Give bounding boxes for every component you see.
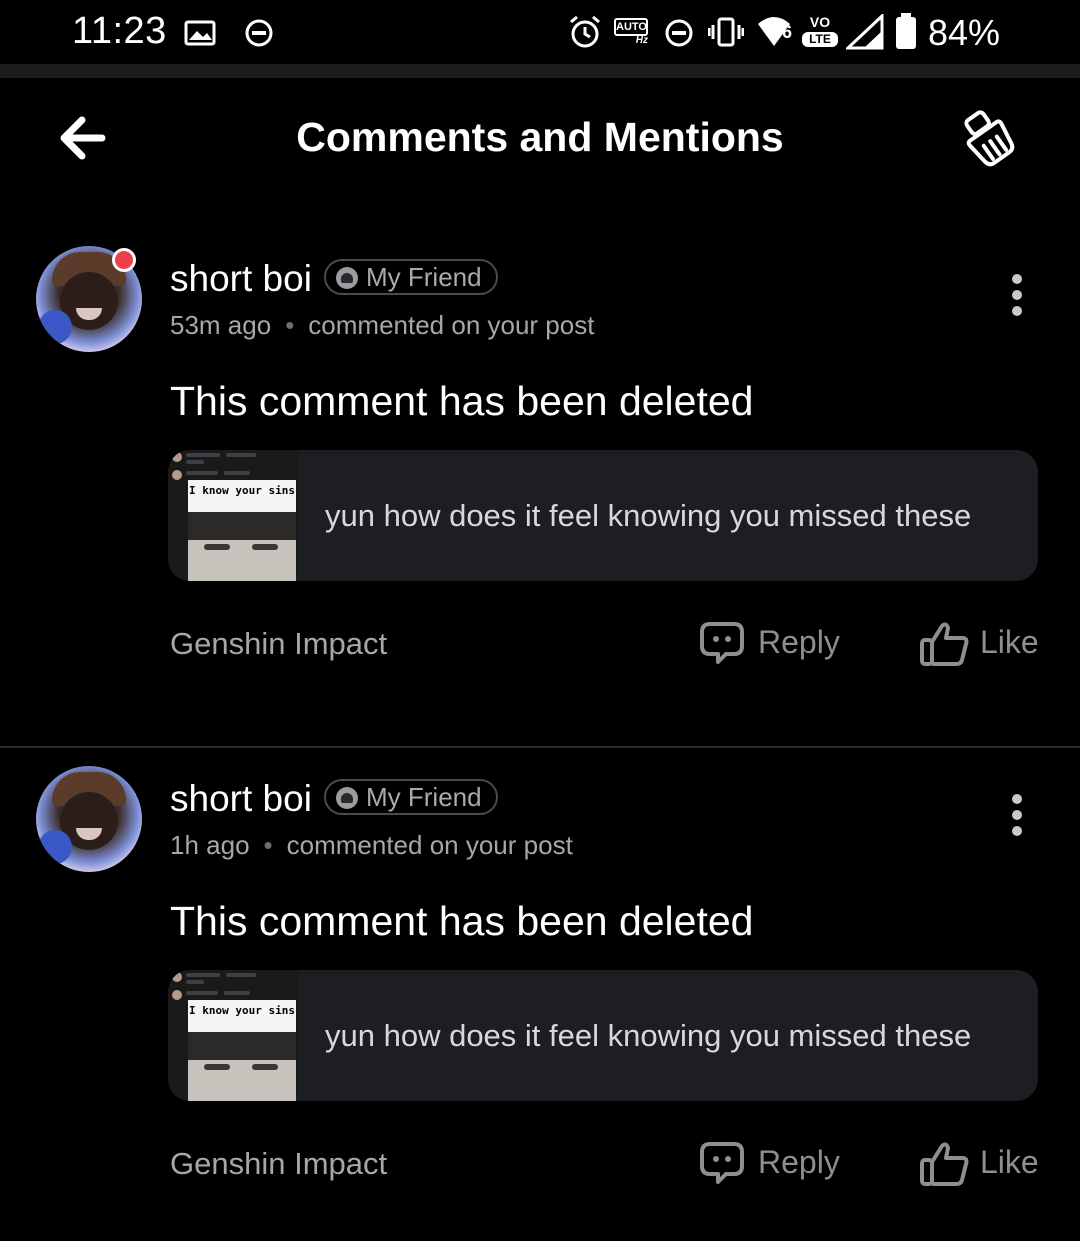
post-preview-text: yun how does it feel knowing you missed … [325,1018,972,1053]
vo-label: VO [809,14,831,30]
thumb-line [186,471,218,475]
status-time: 11:23 [72,10,167,52]
more-dot-icon [1012,274,1022,284]
hz-label: Hz [635,35,648,46]
clear-all-button[interactable] [960,106,1022,168]
thumb-line [186,980,204,984]
thumb-avatar-icon [172,972,182,982]
more-options-button[interactable] [1000,792,1034,838]
meta-separator: • [285,310,295,340]
badge-label: My Friend [366,782,482,812]
app-header: Comments and Mentions [0,78,1080,198]
reply-label: Reply [758,1144,840,1180]
heart-icon [336,267,358,289]
meme-eye [204,544,230,550]
thumb-line [226,453,256,457]
timestamp: 1h ago [170,830,250,860]
more-dot-icon [1012,826,1022,836]
meme-eye [204,1064,230,1070]
speech-bubble-icon [700,622,744,664]
battery-percent: 84% [928,12,1001,53]
thumb-line [226,973,256,977]
thumbs-up-icon [920,1142,969,1186]
meme-eye [252,1064,278,1070]
thumb-line [186,460,204,464]
community-name[interactable]: Genshin Impact [170,1146,387,1182]
action-text: commented on your post [308,310,595,340]
like-label: Like [980,1144,1039,1180]
more-options-button[interactable] [1000,272,1034,318]
meme-caption: I know your sins [188,480,296,512]
broom-icon [964,110,1015,167]
wifi-6-icon: 6 [756,14,796,50]
thumbs-up-icon [920,622,969,666]
timestamp: 53m ago [170,310,272,340]
signal-icon [846,14,884,50]
thumb-avatar-icon [172,452,182,462]
heart-icon [336,787,358,809]
notification-meta: 1h ago • commented on your post [170,830,573,861]
battery-icon [896,13,916,49]
thumb-line [186,991,218,995]
friend-badge: My Friend [324,779,498,815]
meme-image: I know your sins [188,480,296,581]
more-dot-icon [1012,794,1022,804]
image-icon [184,20,216,46]
post-thumbnail: I know your sins [168,970,298,1101]
more-dot-icon [1012,290,1022,300]
post-preview[interactable]: I know your sins yun how does it feel kn… [168,970,1038,1101]
notification-meta: 53m ago • commented on your post [170,310,594,341]
notification-card[interactable]: short boi My Friend 1h ago • commented on … [0,748,1080,1241]
dnd-icon [245,19,273,47]
notification-card[interactable]: short boi My Friend 53m ago • commented on… [0,228,1080,748]
username[interactable]: short boi [170,258,312,300]
post-thumbnail: I know your sins [168,450,298,581]
avatar-pet [38,830,72,864]
volte-icon: VO LTE [802,14,838,48]
avatar-pet [38,310,72,344]
username[interactable]: short boi [170,778,312,820]
thumb-line [224,991,250,995]
alarm-icon [570,15,600,48]
vibrate-icon [708,17,744,47]
speech-bubble-icon [700,1142,744,1184]
community-name[interactable]: Genshin Impact [170,626,387,662]
meme-caption: I know your sins [188,1000,296,1032]
thumb-avatar-icon [172,470,182,480]
status-divider [0,64,1080,78]
thumb-line [224,471,250,475]
auto-label: AUTO [614,18,648,36]
lte-label: LTE [802,32,838,47]
dnd-icon [665,19,693,47]
wifi-label: 6 [782,22,793,42]
post-preview[interactable]: I know your sins yun how does it feel kn… [168,450,1038,581]
meta-separator: • [263,830,273,860]
post-preview-text: yun how does it feel knowing you missed … [325,498,972,533]
auto-hz-icon: AUTO Hz [614,18,648,48]
badge-label: My Friend [366,262,482,292]
comment-text: This comment has been deleted [170,378,754,424]
meme-eye [252,544,278,550]
thumb-line [186,973,220,977]
thumb-line [186,453,220,457]
more-dot-icon [1012,306,1022,316]
action-text: commented on your post [286,830,573,860]
online-indicator [112,248,136,272]
more-dot-icon [1012,810,1022,820]
status-bar: 11:23 AUTO Hz 6 VO LTE 84% [0,0,1080,64]
friend-badge: My Friend [324,259,498,295]
thumb-avatar-icon [172,990,182,1000]
comment-text: This comment has been deleted [170,898,754,944]
like-label: Like [980,624,1039,660]
page-title: Comments and Mentions [296,114,784,160]
reply-label: Reply [758,624,840,660]
avatar[interactable] [36,766,142,872]
meme-image: I know your sins [188,1000,296,1101]
